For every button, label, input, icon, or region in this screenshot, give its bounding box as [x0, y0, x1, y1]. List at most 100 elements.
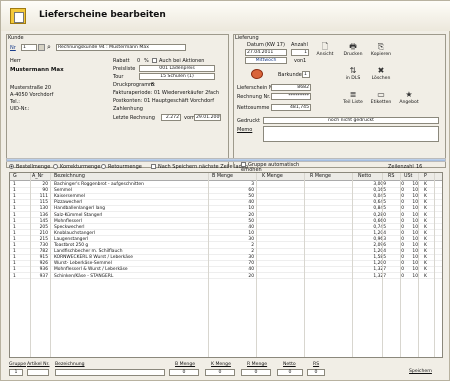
table-row[interactable]: 1 730 Toastbrot 250 g 2 2,096 0 10 K	[10, 243, 442, 249]
letzte-rechnung-nr: 2.272	[161, 114, 181, 121]
column-header[interactable]: Netto	[358, 174, 371, 179]
record-icon[interactable]	[251, 69, 263, 79]
footer-input[interactable]: 0	[277, 369, 303, 376]
table-row[interactable]: 1 205 Speckwecherl 40 0,745 0 10 K	[10, 225, 442, 231]
nach-speichern-checkbox[interactable]: Nach Speichern nächste Zeile laden	[151, 164, 248, 170]
table-cell: Knoblauchstangerl	[54, 230, 96, 236]
tour-label: Tour	[113, 74, 124, 80]
column-header[interactable]: P	[424, 174, 427, 179]
preisliste-label: Preisliste	[113, 66, 136, 72]
table-row[interactable]: 1 936 Mohnflesserl & Wurst / Leberkäse 40 1,…	[10, 267, 442, 273]
table-row[interactable]: 1 130 Handballenlangerl lang 10 0,845 0 10 K	[10, 206, 442, 212]
toolbar-button-label: Drucken	[343, 52, 363, 57]
netto-field: 481,745	[271, 104, 311, 111]
column-header[interactable]: R Menge	[310, 174, 331, 179]
progress-fill	[7, 159, 445, 161]
column-header[interactable]: Bezeichnung	[54, 174, 85, 179]
datum-input[interactable]: 27.04.2011	[245, 49, 287, 56]
table-cell: K	[424, 261, 427, 267]
positions-grid[interactable]: G A_Nr Bezeichnung B Menge K Menge R Menge Net…	[9, 172, 443, 358]
footer-header: Netto	[283, 362, 296, 367]
footer-header: Bezeichnung	[55, 362, 85, 367]
browse-button[interactable]	[38, 44, 45, 51]
table-row[interactable]: 1 136 Salz-Kümmel Stangerl 20 0,280 0 10 K	[10, 213, 442, 218]
column-header[interactable]: G	[13, 174, 17, 179]
drucken-button[interactable]: 🖶 Drucken	[341, 41, 365, 63]
kunde-search-input[interactable]: Rechnungskunde 94 : Mustermann Max	[56, 44, 186, 51]
table-cell: K	[424, 224, 427, 230]
grid-divider	[30, 173, 31, 357]
table-cell: Toastbrot 250 g	[54, 243, 89, 248]
kunde-nr-label[interactable]: Nr	[10, 45, 16, 51]
delete-icon: ✖	[377, 66, 385, 75]
footer-input[interactable]: 0	[169, 369, 199, 376]
column-header[interactable]: B Menge	[212, 174, 233, 179]
table-cell: 1	[13, 182, 16, 187]
table-row[interactable]: 1 926 Wurst- Leberkäse-Semmel 70 1,200 0 10 K	[10, 261, 442, 267]
column-header[interactable]: RS	[388, 174, 394, 179]
kunde-uid-label: UID-Nr.:	[10, 106, 30, 112]
table-cell: 1	[13, 206, 16, 212]
preisliste-field[interactable]: 001 Ladenpreis	[139, 65, 215, 72]
footer-input[interactable]: 0	[241, 369, 271, 376]
kunde-group-label: Kunde	[8, 35, 24, 41]
postkonten-label: Postkonten: 01 Hauptgeschäft Vorchdorf	[113, 98, 215, 104]
löschen-button[interactable]: ✖ Löschen	[369, 65, 393, 87]
bestellmenge-radio[interactable]: Bestellmenge	[9, 164, 50, 170]
table-row[interactable]: 1 111 Kaisersemmel 50 0,045 0 10 K	[10, 194, 442, 200]
footer-header: B Menge	[175, 362, 196, 367]
table-row[interactable]: 1 782 Landfischbecher m. Schilflauch 2 1,204…	[10, 249, 442, 255]
column-header[interactable]: USt	[404, 174, 412, 179]
grid-divider	[50, 173, 51, 357]
table-row[interactable]: 1 145 Mohnflesserl 50 0,660 0 10 K	[10, 219, 442, 225]
in-dls-button[interactable]: ⇅ in DLS	[341, 65, 365, 87]
etiketten-button[interactable]: ▭ Etiketten	[369, 89, 393, 111]
rechnung-nr-field: *********	[271, 93, 311, 100]
table-row[interactable]: 1 937 Schinken/Käse - STANGERL 20 1,327 0 10 K	[10, 274, 442, 279]
table-cell: 1	[13, 236, 16, 242]
table-cell: 1	[13, 249, 16, 255]
table-row[interactable]: 1 90 Semmel 60 0,165 0 10 K	[10, 188, 442, 194]
footer-input[interactable]	[27, 369, 49, 376]
progress-track	[6, 158, 446, 162]
angebot-button[interactable]: ★ Angebot	[397, 89, 421, 111]
column-header[interactable]: K Menge	[262, 174, 283, 179]
letzte-rechnung-datum: 29.01.2009	[194, 114, 221, 121]
ansicht-button[interactable]: 🗋 Ansicht	[313, 41, 337, 63]
grid-divider	[400, 173, 401, 357]
datum-label: Datum	[247, 42, 264, 48]
table-cell: 10	[412, 261, 418, 267]
retourmenge-radio[interactable]: Retourmenge	[101, 164, 142, 170]
binoculars-icon[interactable]: ⌕	[47, 43, 51, 52]
table-row[interactable]: 1 115 Pizzawecherl 40 0,645 0 10 K	[10, 200, 442, 206]
tour-field[interactable]: 15 Schulen (1)	[139, 73, 215, 80]
table-row[interactable]: 1 210 Knoblauchstangerl 10 1,204 0 10 K	[10, 231, 442, 237]
gedruckt-label: Gedruckt	[237, 118, 260, 124]
barkunde-field[interactable]: 1	[302, 71, 310, 78]
korrekturmenge-radio[interactable]: Korrekturmenge	[53, 164, 100, 170]
table-cell: 1	[13, 267, 16, 273]
toolbar-button-label: Teil Liste	[343, 100, 363, 105]
table-cell: 60	[248, 188, 254, 194]
table-row[interactable]: 1 20 Bachinger's Roggenbrot - aufgeschnitt…	[10, 182, 442, 188]
footer-header: Artikel Nr.	[27, 362, 50, 367]
table-cell: Bachinger's Roggenbrot - aufgeschnitten	[54, 182, 144, 187]
table-cell: 1	[13, 255, 16, 261]
table-cell: 0	[401, 224, 404, 230]
column-header[interactable]: A_Nr	[32, 174, 43, 179]
footer-input[interactable]: 0	[307, 369, 325, 376]
table-row[interactable]: 1 915 KORNWECKERL 8 Wurst / Leberkäse 30 1,5…	[10, 255, 442, 261]
auch-aktionen-checkbox[interactable]: Auch bei Aktionen	[152, 58, 204, 64]
anzahl-input[interactable]: 1	[291, 49, 309, 56]
table-row[interactable]: 1 215 Laugenstangerl 30 0,963 0 10 K	[10, 237, 442, 243]
table-cell: 10	[412, 236, 418, 242]
kunde-nr-input[interactable]: 1	[21, 44, 37, 51]
teil-liste-button[interactable]: ≣ Teil Liste	[341, 89, 365, 111]
footer-input[interactable]: 0	[205, 369, 235, 376]
memo-input[interactable]	[263, 126, 439, 142]
save-button[interactable]: Speichern	[409, 369, 432, 374]
kopieren-button[interactable]: ⎘ Kopieren	[369, 41, 393, 63]
footer-input[interactable]: 1	[9, 369, 23, 376]
table-cell: KORNWECKERL 8 Wurst / Leberkäse	[54, 255, 133, 261]
footer-input[interactable]	[55, 369, 165, 376]
